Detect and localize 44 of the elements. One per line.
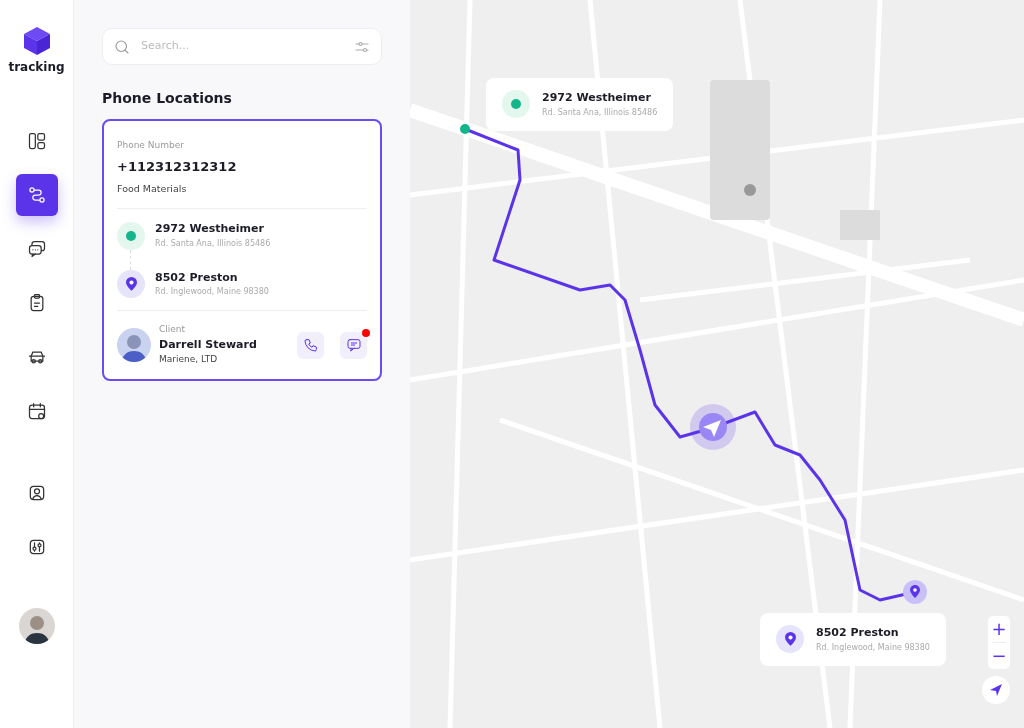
stop-address: Rd. Inglewood, Maine 98380 bbox=[155, 286, 269, 299]
location-callout[interactable]: 8502 Preston Rd. Inglewood, Maine 98380 bbox=[760, 613, 946, 666]
zoom-out-button[interactable]: − bbox=[988, 643, 1010, 669]
nav-button[interactable] bbox=[15, 174, 58, 216]
location-callout[interactable]: 2972 Westheimer Rd. Santa Ana, Illinois 85486 bbox=[486, 78, 674, 131]
stop-name: 2972 Westheimer bbox=[542, 90, 652, 106]
message-icon bbox=[345, 337, 362, 353]
calendar-icon bbox=[26, 401, 47, 421]
stop-address: Rd. Inglewood, Maine 98380 bbox=[816, 641, 930, 654]
message-button[interactable] bbox=[340, 331, 367, 359]
location-pin-icon bbox=[784, 632, 796, 647]
stop-name: 8502 Preston bbox=[816, 625, 900, 641]
stop-name: 8502 Preston bbox=[155, 269, 239, 286]
shipment-card[interactable]: Phone Number +112312312312 Food Materials 2972 Westheimer Rd. Santa Ana, Illinois 85486 8502 Preston Rd. Inglewood, Maine 98380 Client Darrell Steward Mariene, LTD bbox=[102, 119, 382, 381]
chat-icon bbox=[26, 239, 47, 259]
client-label: Client bbox=[159, 323, 187, 337]
layout-icon bbox=[26, 131, 47, 151]
stop-name: 2972 Westheimer bbox=[155, 221, 265, 238]
stop-address: Rd. Santa Ana, Illinois 85486 bbox=[155, 237, 271, 250]
start-marker bbox=[460, 124, 470, 134]
phone-number: +112312312312 bbox=[117, 157, 238, 176]
search-bar[interactable]: Search... bbox=[102, 28, 382, 65]
category-text: Food Materials bbox=[117, 182, 188, 196]
stop-address: Rd. Santa Ana, Illinois 85486 bbox=[542, 106, 658, 119]
client-name: Darrell Steward bbox=[159, 336, 258, 353]
location-pin-icon bbox=[125, 277, 137, 291]
phone-icon bbox=[302, 337, 319, 353]
search-field[interactable]: Search... bbox=[139, 37, 345, 56]
client-company: Mariene, LTD bbox=[159, 353, 219, 367]
user-avatar[interactable] bbox=[18, 608, 55, 644]
section-title: Phone Locations bbox=[102, 89, 233, 108]
call-button[interactable] bbox=[297, 331, 324, 359]
cube-logo-icon bbox=[22, 26, 51, 56]
field-label: Phone Number bbox=[117, 139, 185, 152]
zoom-in-button[interactable]: + bbox=[988, 616, 1010, 642]
logo-text: tracking bbox=[8, 59, 65, 76]
navigation-arrow-icon bbox=[989, 683, 1003, 697]
search-icon bbox=[113, 37, 131, 56]
origin-dot-icon bbox=[126, 230, 136, 241]
destination-marker bbox=[903, 580, 927, 604]
navigation-marker bbox=[690, 404, 736, 450]
route-icon bbox=[26, 185, 47, 205]
client-avatar bbox=[117, 328, 151, 362]
origin-dot-icon bbox=[511, 99, 521, 110]
